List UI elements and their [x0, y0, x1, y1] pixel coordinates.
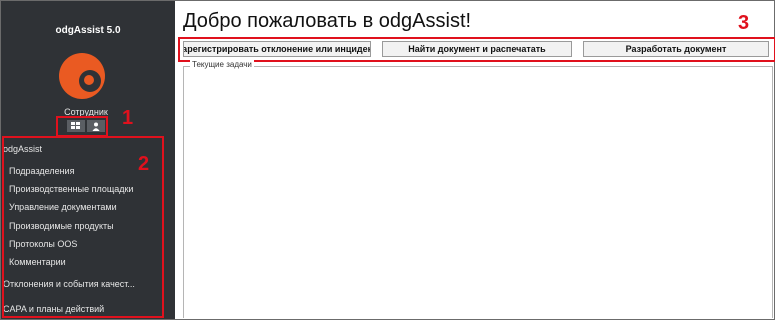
annotation-label-1: 1: [122, 107, 134, 129]
register-deviation-button[interactable]: Зарегистрировать отклонение или инцидент: [183, 41, 371, 57]
app-logo: [59, 53, 105, 99]
annotation-label-3: 3: [738, 12, 750, 34]
page-title: Добро пожаловать в odgAssist!: [183, 10, 472, 32]
current-tasks-title: Текущие задачи: [190, 60, 254, 69]
annotation-box-1: [56, 116, 108, 137]
app-title: odgAssist 5.0: [55, 25, 121, 36]
annotation-label-2: 2: [138, 153, 150, 175]
current-tasks-panel: [183, 66, 773, 318]
create-document-button[interactable]: Разработать документ: [583, 41, 769, 57]
find-document-button[interactable]: Найти документ и распечатать: [382, 41, 572, 57]
